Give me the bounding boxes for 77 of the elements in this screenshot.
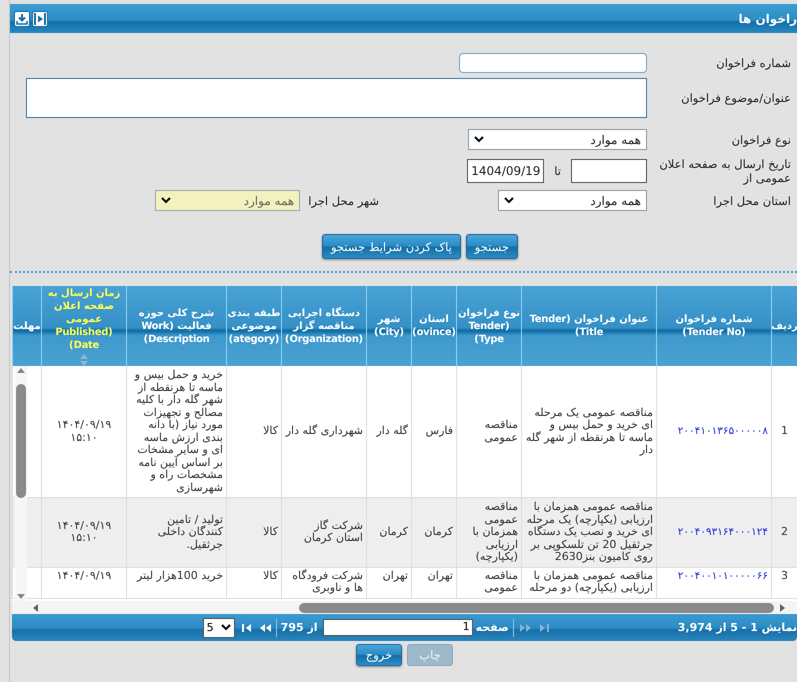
clear-button[interactable]: پاک کردن شرایط جستجو (322, 234, 461, 259)
exit-button[interactable]: خروج (356, 644, 402, 666)
table-cell: فارس (426, 425, 453, 438)
column-header[interactable]: عنوان فراخوان (Tender Title) (522, 313, 656, 339)
column-header[interactable]: طبقه بندی موضوعی (ategory) (227, 306, 281, 346)
table-cell: شهرداری گله دار (286, 425, 363, 438)
field-label: تا (554, 164, 561, 178)
previous-page-icon[interactable] (520, 622, 533, 632)
table-cell: 3 (781, 570, 788, 582)
scrollbar-thumb[interactable] (299, 602, 774, 612)
window-title: راخوان ها (738, 12, 797, 26)
table-cell-text: ۱۴۰۴/۰۹/۱۹ ۱۵:۱۰ (56, 520, 112, 545)
tender-number-link[interactable]: ۲۰۰۴۱۰۱۳۶۵۰۰۰۰۰۸ (678, 425, 768, 438)
field-label: شهر محل اجرا (308, 194, 379, 208)
last-page-icon[interactable] (240, 622, 253, 632)
column-header[interactable]: شماره فراخوان (Tender No) (657, 313, 771, 339)
text-area[interactable] (26, 78, 647, 118)
field-label: شماره فراخوان (715, 56, 792, 70)
table-cell: ۱۴۰۴/۰۹/۱۹ (56, 570, 112, 582)
column-header[interactable]: دستگاه اجرایی مناقصه گزار (Organization) (282, 306, 366, 346)
field-label: نوع فراخوان (730, 132, 792, 146)
table-cell-text: مناقصه عمومی همزمان با ارزیابی (یکپارچه) (472, 501, 518, 564)
page-input[interactable]: 1 (322, 619, 473, 636)
dropdown-select[interactable]: همه موارد (468, 129, 647, 150)
table-cell-text: شرکت گاز استان کرمان (302, 520, 363, 545)
field-label: تاریخ ارسال به صفحه اعلان عمومی از (658, 157, 792, 185)
date-input[interactable]: 1404/09/19 (467, 159, 544, 183)
table-cell-text: تولید / تامین کنندگان داخلی جرثقیل. (156, 514, 223, 551)
table-cell: کرمان (379, 526, 408, 538)
table-cell-text: ۱۴۰۴/۰۹/۱۹ ۱۵:۱۰ (56, 419, 112, 444)
column-header[interactable]: نوع فراخوان (Tender Type) (457, 306, 521, 346)
column-header[interactable]: زمان ارسال به صفحه اعلان عمومی (Published Date) (42, 286, 126, 352)
dropdown-select[interactable]: همه موارد (498, 190, 647, 211)
table-cell: کرمان (424, 526, 453, 538)
page-label: صفحه (476, 621, 509, 634)
table-cell-text: مناقصه عمومی (483, 570, 518, 594)
column-header[interactable]: شهر (City) (367, 313, 411, 339)
column-header[interactable]: مهلت (13, 320, 41, 332)
page-count: از 795 (280, 621, 318, 634)
table-cell: کالا (263, 526, 278, 538)
field-label: عنوان/موضوع فراخوان (680, 91, 792, 105)
tender-number-link[interactable]: ۲۰۰۴۰۹۳۱۶۴۰۰۰۱۲۴ (678, 526, 768, 538)
first-page-icon[interactable] (538, 622, 551, 632)
field-label: استان محل اجرا (712, 194, 792, 208)
table-cell: تهران (382, 570, 408, 582)
table-cell: 2 (781, 526, 788, 538)
video-icon[interactable] (32, 10, 48, 26)
table-cell: تهران (428, 570, 453, 582)
table-cell-text: شرکت فرودگاه ها و ناوبری (291, 570, 363, 594)
download-icon[interactable] (14, 10, 30, 26)
tender-number-link[interactable]: ۲۰۰۴۰۰۱۰۱۰۰۰۰۰۶۶ (678, 570, 768, 582)
caret-icon (161, 197, 172, 204)
table-cell-text: مناقصه عمومی همزمان با ارزیابی (یکپارچه) دو مرحله (528, 570, 653, 594)
table-cell: خرید 100هزار لیتر (137, 570, 223, 582)
table-cell: کالا (263, 425, 278, 438)
caret-icon (220, 624, 231, 631)
scroll-left-icon[interactable] (31, 602, 39, 612)
next-page-icon[interactable] (258, 622, 272, 632)
column-header[interactable]: استان (ovince) (412, 313, 456, 339)
table-cell-text: خرید و حمل بیس و ماسه تا هرنقطه از شهر گله دار با کلیه مصالح و تجهیزات مورد نیاز (با دانه بندی ارزش ماسه ای و سایر مشخات بر اساس آیین نامه مشخصات راه و شهرسازی (133, 369, 223, 494)
column-header[interactable]: ردیف (772, 320, 797, 332)
input-field[interactable] (459, 53, 647, 73)
record-count: نمایش 1 - 5 از 3,974 (678, 621, 797, 634)
date-input[interactable] (571, 159, 647, 183)
column-header[interactable]: شرح کلی حوزه فعالیت (Work Description) (127, 306, 226, 346)
table-cell: مناقصه عمومی یک مرحله ای خرید و حمل بیس و ماسه تا هرنقطه از شهر گله دار (525, 406, 653, 456)
caret-icon (504, 197, 514, 204)
table-cell: 1 (781, 425, 788, 438)
table-cell: گله دار (376, 425, 408, 438)
table-cell-text: مناقصه عمومی همزمان با ارزیابی (یکپارچه) یک مرحله ای خرید و نصب یک دستگاه جرثقیل 20 تن تلسکوپی بر روی کامیون بنز2630 (526, 501, 653, 564)
scrollbar-thumb[interactable] (16, 384, 26, 498)
search-button[interactable]: جستجو (466, 234, 518, 259)
table-cell: کالا (263, 570, 278, 582)
table-cell-text: مناقصه عمومی (483, 419, 518, 444)
scroll-right-icon[interactable] (779, 602, 787, 612)
caret-icon (474, 136, 484, 143)
page-size-select[interactable]: 5 (202, 618, 235, 638)
